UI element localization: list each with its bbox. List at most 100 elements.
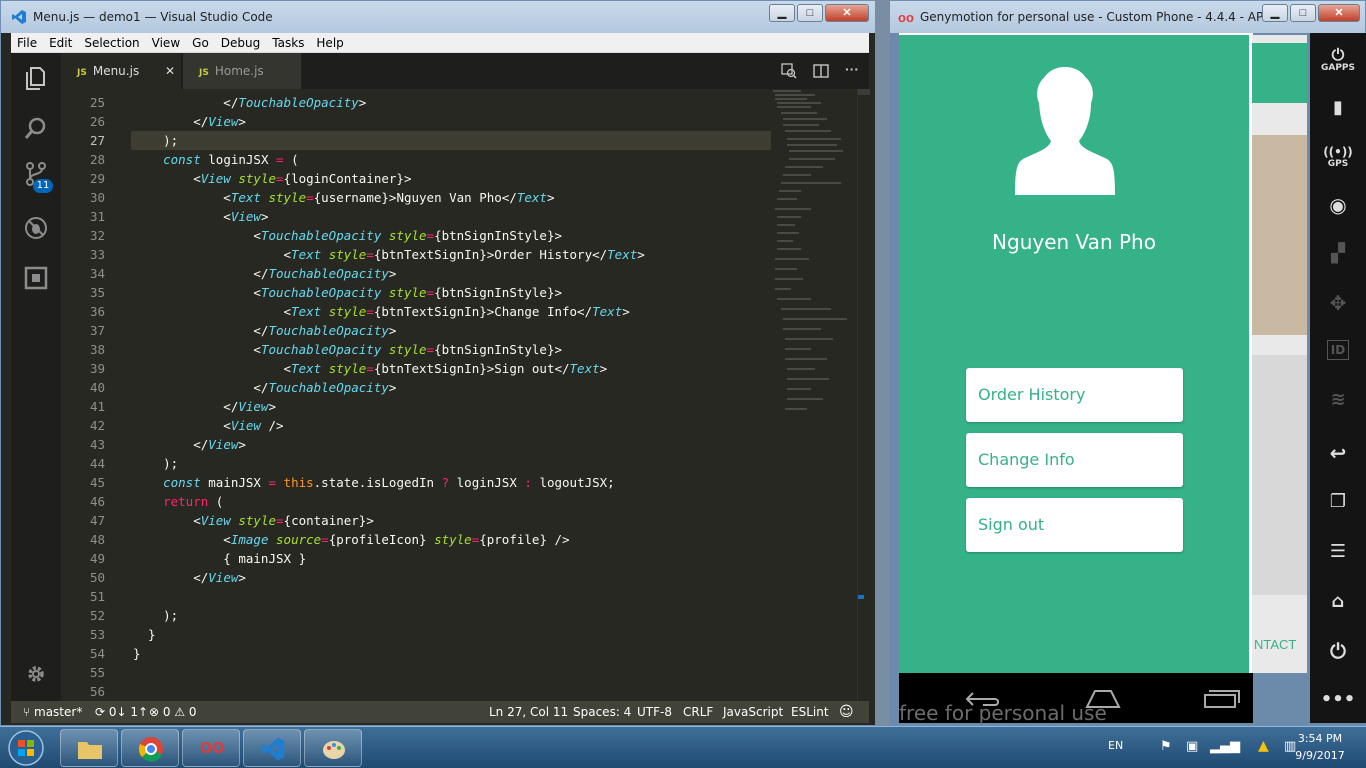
bg-content xyxy=(1252,355,1307,595)
menu-tasks[interactable]: Tasks xyxy=(266,33,310,53)
linter-status[interactable]: ESLint xyxy=(791,701,829,723)
explorer-icon[interactable] xyxy=(23,65,49,91)
vscode-icon xyxy=(261,737,285,761)
personal-use-watermark: free for personal use xyxy=(899,701,1107,725)
line-number: 42 xyxy=(89,418,105,433)
menu-icon[interactable]: ☰ xyxy=(1310,541,1366,562)
order-history-button[interactable]: Order History xyxy=(966,368,1183,422)
line-number: 55 xyxy=(89,665,105,680)
extensions-icon[interactable] xyxy=(23,265,49,291)
recents-nav-icon[interactable] xyxy=(1201,687,1241,709)
taskbar-paint[interactable] xyxy=(304,729,362,767)
gm-close-button[interactable]: ✕ xyxy=(1318,4,1360,22)
start-button-icon[interactable] xyxy=(6,729,46,767)
indentation[interactable]: Spaces: 4 xyxy=(573,701,631,723)
language-indicator[interactable]: EN xyxy=(1108,739,1123,752)
recent-apps-icon[interactable]: ❐ xyxy=(1310,491,1366,512)
menu-go[interactable]: Go xyxy=(186,33,215,53)
encoding[interactable]: UTF-8 xyxy=(637,701,672,723)
drawer-edge xyxy=(1249,35,1252,673)
status-bar: ⑂ master* ⟳ 0↓ 1↑ ⊗ 0 ⚠ 0 Ln 27, Col 11 … xyxy=(11,701,869,723)
battery-icon[interactable]: ▮ xyxy=(1310,97,1366,118)
cursor-position[interactable]: Ln 27, Col 11 xyxy=(489,701,568,723)
vscode-window: Menu.js — demo1 — Visual Studio Code ▁ □… xyxy=(0,0,876,726)
google-drive-icon[interactable]: ▲ xyxy=(1258,738,1269,754)
debug-icon[interactable] xyxy=(23,215,49,241)
home-button-icon[interactable]: ⌂ xyxy=(1310,591,1366,612)
line-number: 25 xyxy=(89,95,105,110)
cursor-marker xyxy=(858,595,864,599)
line-number: 36 xyxy=(89,304,105,319)
js-file-icon: JS xyxy=(77,68,87,78)
genymotion-titlebar[interactable]: oo Genymotion for personal use - Custom … xyxy=(890,1,1365,33)
menu-selection[interactable]: Selection xyxy=(78,33,145,53)
back-button-icon[interactable]: ↩ xyxy=(1310,441,1366,465)
change-info-button[interactable]: Change Info xyxy=(966,433,1183,487)
problems-indicator[interactable]: ⊗ 0 ⚠ 0 xyxy=(149,701,197,723)
more-options-icon[interactable]: ••• xyxy=(1310,689,1366,710)
profile-avatar-icon xyxy=(1015,67,1115,195)
line-number: 38 xyxy=(89,342,105,357)
vscode-window-title: Menu.js — demo1 — Visual Studio Code xyxy=(33,10,273,24)
taskbar-file-explorer[interactable] xyxy=(60,729,118,767)
maximize-button[interactable]: □ xyxy=(797,4,823,22)
line-number: 33 xyxy=(89,247,105,262)
taskbar-chrome[interactable] xyxy=(121,729,179,767)
menu-debug[interactable]: Debug xyxy=(215,33,266,53)
username-label: Nguyen Van Pho xyxy=(992,230,1156,254)
line-number: 56 xyxy=(89,684,105,699)
scroll-thumb[interactable] xyxy=(858,89,870,95)
genymotion-icon: oo xyxy=(200,736,225,758)
gear-icon[interactable] xyxy=(23,661,49,687)
gm-minimize-button[interactable]: ▁ xyxy=(1262,4,1288,22)
open-changes-icon[interactable] xyxy=(781,63,797,79)
line-number: 34 xyxy=(89,266,105,281)
minimap[interactable] xyxy=(771,89,855,419)
line-number-gutter: 25 26 27 28 29 30 31 32 33 34 35 36 37 38 39 40 41 42 43 44… xyxy=(61,89,121,701)
sync-indicator[interactable]: ⟳ 0↓ 1↑ xyxy=(95,701,148,723)
sign-out-button[interactable]: Sign out xyxy=(966,498,1183,552)
device-id-icon[interactable]: ID xyxy=(1310,340,1366,360)
line-ending[interactable]: CRLF xyxy=(683,701,713,723)
windows-taskbar: oo EN ⚑ ▣ ▂▄▆ 🔈︎ ▲ ▥ 3:54 PM 9/9/2017 xyxy=(0,726,1366,768)
tray-device-icon[interactable]: ▣ xyxy=(1186,739,1198,754)
line-number: 48 xyxy=(89,532,105,547)
code-editor[interactable]: 25 26 27 28 29 30 31 32 33 34 35 36 37 38 39 40 41 42 43 44… xyxy=(61,89,855,701)
clock-date[interactable]: 9/9/2017 xyxy=(1292,749,1348,762)
line-number: 49 xyxy=(89,551,105,566)
background-app: NTACT xyxy=(1252,35,1307,673)
genymotion-logo-icon: oo xyxy=(898,10,914,25)
tray-flag-icon[interactable]: ⚑ xyxy=(1160,739,1172,754)
network-icon[interactable]: ≋ xyxy=(1310,389,1366,410)
language-mode[interactable]: JavaScript xyxy=(723,701,783,723)
search-icon[interactable] xyxy=(23,115,49,141)
screencast-icon[interactable]: ▞ xyxy=(1310,243,1366,264)
feedback-smiley-icon[interactable]: ☺ xyxy=(839,701,854,723)
line-number: 26 xyxy=(89,114,105,129)
webcam-icon[interactable]: ◉ xyxy=(1310,193,1366,217)
genymotion-window: oo Genymotion for personal use - Custom … xyxy=(889,0,1366,726)
editor-scrollbar[interactable] xyxy=(857,89,870,701)
taskbar-vscode[interactable] xyxy=(243,729,301,767)
split-editor-icon[interactable] xyxy=(813,63,829,79)
gps-icon[interactable]: ((•)) GPS xyxy=(1310,145,1366,169)
branch-indicator[interactable]: ⑂ master* xyxy=(23,701,82,723)
menu-help[interactable]: Help xyxy=(310,33,349,53)
gapps-icon[interactable]: ⏻ GAPPS xyxy=(1310,47,1366,74)
menu-edit[interactable]: Edit xyxy=(43,33,78,53)
menu-file[interactable]: File xyxy=(11,33,43,53)
more-actions-icon[interactable]: ··· xyxy=(845,61,859,77)
gm-maximize-button[interactable]: □ xyxy=(1290,4,1316,22)
line-number: 29 xyxy=(89,171,105,186)
clock-time[interactable]: 3:54 PM xyxy=(1294,732,1346,745)
power-icon[interactable]: ⏻ xyxy=(1310,639,1366,663)
line-number: 31 xyxy=(89,209,105,224)
taskbar-genymotion[interactable]: oo xyxy=(182,729,240,767)
volume-icon[interactable]: 🔈︎ xyxy=(1236,739,1244,754)
menu-view[interactable]: View xyxy=(146,33,186,53)
vscode-titlebar[interactable]: Menu.js — demo1 — Visual Studio Code ▁ □… xyxy=(1,1,875,33)
minimize-button[interactable]: ▁ xyxy=(769,4,795,22)
dpad-icon[interactable]: ✥ xyxy=(1310,291,1366,315)
line-number: 45 xyxy=(89,475,105,490)
close-button[interactable]: ✕ xyxy=(825,4,869,22)
